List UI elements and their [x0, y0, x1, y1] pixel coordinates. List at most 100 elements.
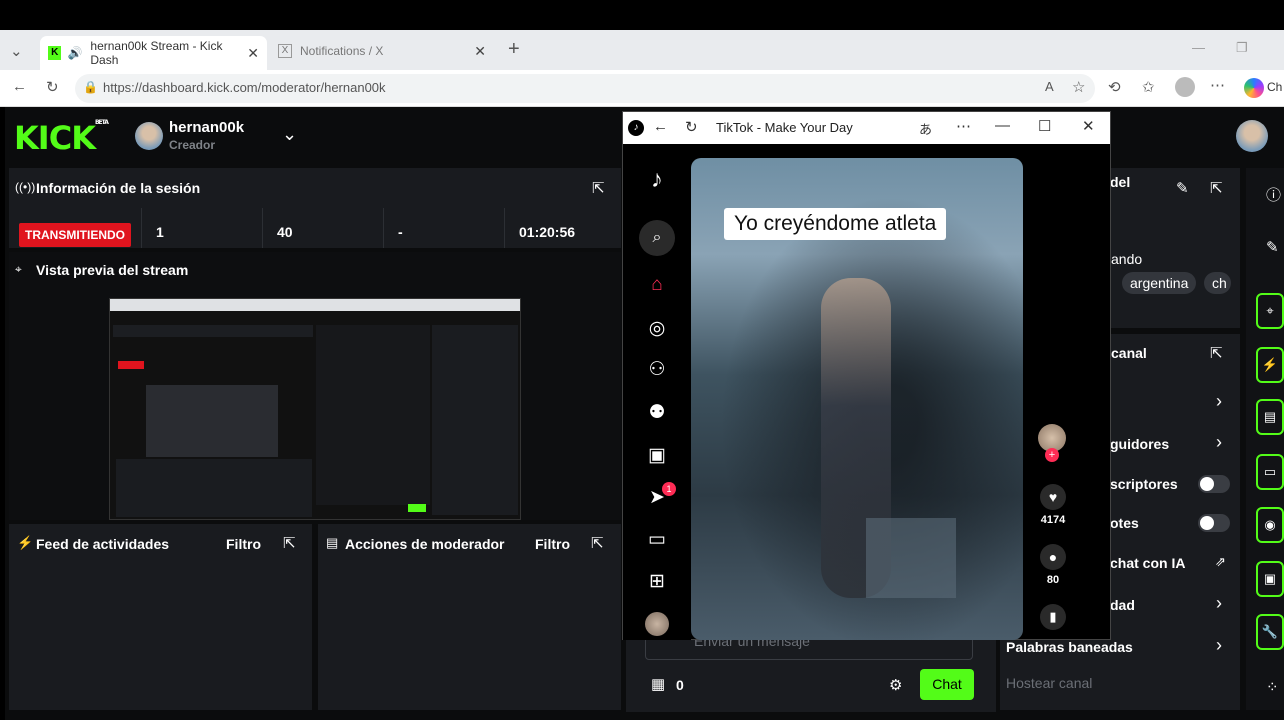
profile-avatar-icon[interactable] — [1175, 77, 1195, 97]
audio-icon[interactable]: 🔊 — [67, 46, 82, 60]
back-icon[interactable]: ← — [12, 78, 27, 95]
tab-kick-dashboard[interactable]: K 🔊 hernan00k Stream - Kick Dash ✕ — [40, 36, 267, 70]
preview-icon: ⌖ — [15, 262, 22, 276]
tab-list-chevron-icon[interactable]: ⌄ — [10, 42, 23, 60]
info-icon[interactable]: ⓘ — [1266, 184, 1281, 205]
rail-button-layout[interactable]: ▣ — [1256, 561, 1284, 597]
channel-row[interactable]: Hostear canal — [1006, 675, 1092, 691]
upload-icon[interactable]: ⊞ — [645, 570, 669, 594]
friends-icon[interactable]: ⚉ — [645, 401, 669, 425]
reload-icon[interactable]: ↻ — [46, 78, 59, 96]
popout-icon[interactable]: ⇱ — [592, 179, 605, 197]
kick-favicon-icon: K — [48, 46, 62, 60]
comment-icon[interactable]: ● — [1040, 544, 1066, 570]
copilot-icon[interactable] — [1244, 78, 1264, 98]
address-bar-row: ← ↻ 🔒 https://dashboard.kick.com/moderat… — [0, 70, 1284, 107]
tag-chip[interactable]: ch — [1204, 272, 1231, 294]
preview-right-column — [432, 325, 518, 515]
tab-label: Notifications / X — [300, 44, 384, 58]
more-menu-icon[interactable]: ⋯ — [1210, 76, 1225, 94]
collections-icon[interactable]: ✩ — [1142, 78, 1155, 96]
heart-icon[interactable]: ♥ — [1040, 484, 1066, 510]
favorite-star-icon[interactable]: ☆ — [1072, 78, 1085, 96]
kick-logo-text: KICK — [14, 119, 96, 157]
store-icon[interactable]: ▦ — [651, 675, 665, 693]
chevron-right-icon[interactable]: › — [1216, 635, 1222, 656]
tag-chip[interactable]: argentina — [1122, 272, 1197, 294]
stream-preview-thumbnail[interactable] — [109, 298, 521, 520]
toggle-switch[interactable] — [1198, 514, 1230, 532]
follow-plus-icon[interactable]: + — [1045, 448, 1059, 462]
like-action[interactable]: ♥ 4174 — [1028, 484, 1078, 526]
back-icon[interactable]: ← — [653, 118, 668, 135]
tiktok-logo-icon[interactable]: ♪ — [645, 166, 669, 193]
search-icon[interactable]: ⌕ — [639, 220, 675, 256]
divider — [383, 208, 384, 248]
rail-button-tools[interactable]: 🔧 — [1256, 614, 1284, 650]
username: hernan00k — [169, 119, 245, 136]
bookmark-icon[interactable]: ▮ — [1040, 604, 1066, 630]
tab-notifications-x[interactable]: X Notifications / X ✕ — [270, 36, 494, 66]
maximize-icon[interactable]: ☐ — [1038, 117, 1051, 135]
kick-logo[interactable]: KICKBETA — [14, 119, 109, 157]
new-tab-icon[interactable]: + — [508, 38, 520, 61]
edit-pencil-icon[interactable]: ✎ — [1176, 179, 1189, 197]
preview-feed-row — [116, 459, 312, 517]
close-tab-icon[interactable]: ✕ — [474, 43, 486, 60]
channel-row[interactable]: chat con IA — [1110, 555, 1185, 571]
chevron-right-icon[interactable]: › — [1216, 432, 1222, 453]
restore-icon[interactable]: ❐ — [1236, 40, 1248, 56]
chevron-right-icon[interactable]: › — [1216, 391, 1222, 412]
chevron-right-icon[interactable]: › — [1216, 593, 1222, 614]
rail-button-preview[interactable]: ⌖ — [1256, 293, 1284, 329]
divider — [141, 208, 142, 248]
mod-actions-filter[interactable]: Filtro — [535, 536, 570, 552]
rail-button-activity[interactable]: ⚡ — [1256, 347, 1284, 383]
more-menu-icon[interactable]: ⋯ — [956, 117, 971, 135]
minimize-icon[interactable]: — — [995, 117, 1010, 134]
popout-icon[interactable]: ⇱ — [283, 534, 296, 552]
tiktok-video[interactable]: Yo creyéndome atleta — [691, 158, 1023, 640]
activity-feed-filter[interactable]: Filtro — [226, 536, 261, 552]
following-icon[interactable]: ⚇ — [645, 358, 669, 382]
live-icon[interactable]: ▣ — [645, 444, 669, 468]
profile-avatar[interactable] — [645, 612, 669, 636]
rail-button-document[interactable]: ▤ — [1256, 399, 1284, 435]
channel-row[interactable]: dad — [1110, 597, 1135, 613]
extensions-icon[interactable]: ⟲ — [1108, 78, 1121, 96]
top-right-avatar[interactable] — [1236, 120, 1268, 152]
x-favicon-icon: X — [278, 44, 292, 58]
rail-button-broadcast[interactable]: ◉ — [1256, 507, 1284, 543]
toggle-switch[interactable] — [1198, 475, 1230, 493]
rail-button-chat[interactable]: ▭ — [1256, 454, 1284, 490]
home-icon[interactable]: ⌂ — [645, 274, 669, 298]
account-dropdown-chevron-icon[interactable]: ⌄ — [282, 124, 297, 145]
popout-icon[interactable]: ⇱ — [1210, 344, 1223, 362]
popout-icon[interactable]: ⇱ — [1210, 179, 1223, 197]
url-text: https://dashboard.kick.com/moderator/her… — [103, 80, 386, 95]
read-aloud-icon[interactable]: A — [1045, 79, 1054, 94]
minimize-icon[interactable]: — — [1192, 40, 1205, 55]
user-role: Creador — [169, 138, 216, 152]
bookmark-action[interactable]: ▮ — [1028, 604, 1078, 630]
explore-icon[interactable]: ◎ — [645, 317, 669, 341]
chat-send-button[interactable]: Chat — [920, 669, 974, 700]
url-field[interactable]: 🔒 https://dashboard.kick.com/moderator/h… — [75, 74, 1095, 103]
close-tab-icon[interactable]: ✕ — [247, 45, 259, 62]
comment-action[interactable]: ● 80 — [1028, 544, 1078, 586]
reload-icon[interactable]: ↻ — [685, 118, 698, 136]
os-top-bar — [0, 0, 1284, 30]
user-avatar[interactable] — [135, 122, 163, 150]
stat-followers: 40 — [277, 224, 293, 240]
tiktok-window: ♪ ← ↻ TikTok - Make Your Day あ ⋯ — ☐ ✕ ♪… — [622, 111, 1111, 640]
gear-icon[interactable]: ⚙ — [889, 676, 902, 694]
external-link-icon[interactable]: ⇗ — [1215, 554, 1226, 570]
channel-row[interactable]: guidores — [1110, 436, 1169, 452]
translate-icon[interactable]: あ — [919, 119, 932, 138]
edit-icon[interactable]: ✎ — [1266, 238, 1279, 256]
popout-icon[interactable]: ⇱ — [591, 534, 604, 552]
more-options-icon[interactable]: ⁘ — [1266, 678, 1279, 696]
close-icon[interactable]: ✕ — [1082, 117, 1095, 135]
channel-row[interactable]: Palabras baneadas — [1006, 639, 1133, 655]
inbox-icon[interactable]: ▭ — [645, 528, 669, 552]
